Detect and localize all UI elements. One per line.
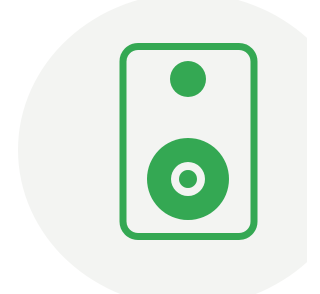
speaker-tile <box>0 0 307 294</box>
speaker-icon <box>119 43 258 240</box>
speaker-tweeter <box>170 61 206 97</box>
speaker-woofer-dot <box>179 170 197 188</box>
